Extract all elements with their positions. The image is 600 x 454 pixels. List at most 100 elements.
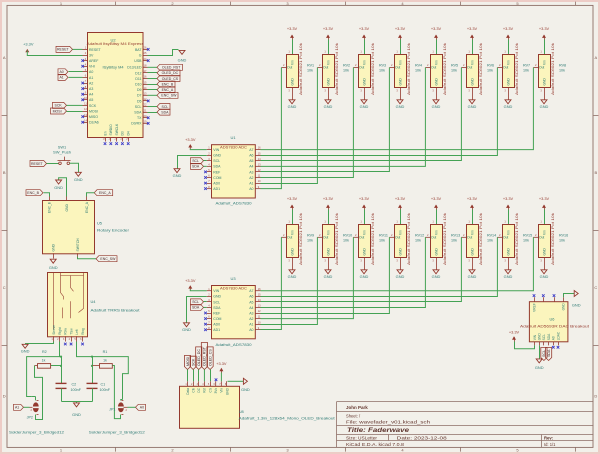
svg-text:SCL: SCL bbox=[192, 300, 199, 304]
svg-text:RSw: RSw bbox=[64, 327, 68, 334]
svg-text:Adafruit SC6021 Pot 10k: Adafruit SC6021 Pot 10k bbox=[407, 213, 411, 265]
svg-text:GND: GND bbox=[396, 104, 405, 109]
svg-text:U8: U8 bbox=[239, 409, 244, 414]
svg-text:+3.3V: +3.3V bbox=[185, 137, 196, 142]
svg-text:GND: GND bbox=[540, 274, 549, 279]
svg-text:A1: A1 bbox=[249, 181, 253, 185]
svg-text:GND: GND bbox=[432, 104, 441, 109]
svg-text:A2: A2 bbox=[249, 176, 253, 180]
svg-text:D0/RX: D0/RX bbox=[131, 122, 142, 126]
svg-text:GND: GND bbox=[542, 248, 546, 256]
svg-text:D4: D4 bbox=[127, 131, 131, 135]
svg-text:A1: A1 bbox=[15, 406, 19, 410]
svg-text:GND: GND bbox=[49, 265, 58, 270]
svg-text:GND: GND bbox=[434, 248, 438, 256]
svg-text:SCL: SCL bbox=[542, 334, 546, 340]
svg-text:Out: Out bbox=[287, 66, 292, 70]
svg-text:RV11: RV11 bbox=[379, 233, 388, 237]
svg-text:DC: DC bbox=[197, 387, 201, 392]
svg-text:10k: 10k bbox=[307, 69, 313, 73]
svg-text:GND: GND bbox=[52, 244, 56, 252]
svg-text:+3.3V: +3.3V bbox=[323, 196, 334, 201]
svg-text:+3.3V: +3.3V bbox=[359, 196, 370, 201]
svg-text:SDA: SDA bbox=[192, 306, 200, 310]
svg-text:10k: 10k bbox=[379, 239, 385, 243]
svg-text:GND: GND bbox=[324, 104, 333, 109]
svg-text:A1: A1 bbox=[249, 323, 253, 327]
svg-text:Adafruit SC6021 Pot 10k: Adafruit SC6021 Pot 10k bbox=[515, 213, 519, 265]
svg-text:+3.3V: +3.3V bbox=[431, 196, 442, 201]
svg-text:Out: Out bbox=[395, 236, 400, 240]
svg-text:10k: 10k bbox=[451, 239, 457, 243]
svg-text:SCK: SCK bbox=[54, 104, 62, 108]
svg-text:D3: D3 bbox=[121, 131, 125, 135]
svg-text:OLED_CS: OLED_CS bbox=[162, 77, 179, 81]
svg-text:Adafruit SC6021 Pot 10k: Adafruit SC6021 Pot 10k bbox=[299, 213, 303, 265]
svg-text:Vin: Vin bbox=[398, 230, 402, 235]
svg-text:+3.3V: +3.3V bbox=[216, 361, 227, 366]
svg-text:ADS7830 ADC: ADS7830 ADC bbox=[220, 145, 247, 149]
svg-text:GND: GND bbox=[432, 274, 441, 279]
svg-text:+3.3V: +3.3V bbox=[359, 26, 370, 31]
svg-text:A5: A5 bbox=[249, 159, 253, 163]
svg-text:COM: COM bbox=[213, 176, 221, 180]
svg-text:Adafruit SC6021 Pot 10k: Adafruit SC6021 Pot 10k bbox=[335, 43, 339, 95]
svg-text:10k: 10k bbox=[487, 69, 493, 73]
svg-text:GND: GND bbox=[434, 78, 438, 86]
svg-text:100nF: 100nF bbox=[71, 388, 82, 392]
svg-text:10k: 10k bbox=[523, 239, 529, 243]
svg-text:A: A bbox=[594, 55, 597, 60]
svg-text:USB: USB bbox=[134, 59, 142, 63]
svg-text:ENC_A: ENC_A bbox=[162, 88, 174, 92]
svg-text:Adafruit SC6021 Pot 10k: Adafruit SC6021 Pot 10k bbox=[407, 43, 411, 95]
svg-text:Out: Out bbox=[539, 66, 544, 70]
svg-text:Adafruit SC6021 Pot 10k: Adafruit SC6021 Pot 10k bbox=[479, 43, 483, 95]
svg-text:CS: CS bbox=[208, 388, 212, 392]
svg-text:GND: GND bbox=[360, 104, 369, 109]
svg-text:ENC_SW: ENC_SW bbox=[100, 257, 116, 261]
svg-text:Adafruit TRRS Breakout: Adafruit TRRS Breakout bbox=[91, 307, 141, 312]
svg-text:GND: GND bbox=[542, 78, 546, 86]
svg-text:RV7: RV7 bbox=[523, 63, 530, 67]
svg-text:VIN: VIN bbox=[213, 289, 219, 293]
svg-text:A: A bbox=[3, 55, 6, 60]
svg-text:GND: GND bbox=[290, 248, 294, 256]
svg-text:Vin: Vin bbox=[506, 230, 510, 235]
svg-text:A0: A0 bbox=[89, 70, 93, 74]
svg-text:REF: REF bbox=[213, 170, 220, 174]
svg-text:+3.3V: +3.3V bbox=[287, 26, 298, 31]
svg-text:Adafruit_ADS7830: Adafruit_ADS7830 bbox=[216, 343, 252, 347]
svg-text:GND: GND bbox=[213, 295, 221, 299]
svg-text:SolderJumper_3_Bridged12: SolderJumper_3_Bridged12 bbox=[89, 431, 145, 435]
svg-text:Adafruit SC6021 Pot 10k: Adafruit SC6021 Pot 10k bbox=[551, 43, 555, 95]
svg-text:Out: Out bbox=[323, 236, 328, 240]
svg-text:GND: GND bbox=[470, 248, 474, 256]
svg-text:ENC_B: ENC_B bbox=[48, 201, 52, 213]
svg-text:Data: Data bbox=[186, 388, 190, 395]
svg-text:RV14: RV14 bbox=[487, 233, 496, 237]
svg-text:JP1: JP1 bbox=[109, 408, 115, 412]
svg-text:RV6: RV6 bbox=[487, 63, 494, 67]
svg-text:Adafruit SC6021 Pot 10k: Adafruit SC6021 Pot 10k bbox=[443, 213, 447, 265]
svg-text:Ring: Ring bbox=[81, 328, 85, 335]
svg-text:TX: TX bbox=[137, 116, 142, 120]
svg-text:VHI: VHI bbox=[89, 65, 95, 69]
svg-text:A0: A0 bbox=[59, 70, 63, 74]
svg-text:SDA: SDA bbox=[161, 110, 169, 114]
svg-text:GND: GND bbox=[288, 274, 297, 279]
svg-text:10k: 10k bbox=[379, 69, 385, 73]
svg-text:Adafruit SC6021 Pot 10k: Adafruit SC6021 Pot 10k bbox=[335, 213, 339, 265]
svg-text:A1: A1 bbox=[89, 76, 93, 80]
svg-text:A3: A3 bbox=[249, 311, 253, 315]
svg-text:OLED_RST: OLED_RST bbox=[162, 66, 181, 70]
svg-text:Vin: Vin bbox=[326, 60, 330, 65]
svg-text:AD0: AD0 bbox=[213, 323, 220, 327]
svg-text:ADS7830 ADC: ADS7830 ADC bbox=[220, 286, 247, 290]
svg-text:Out: Out bbox=[359, 236, 364, 240]
svg-text:U4: U4 bbox=[91, 299, 97, 304]
svg-text:10k: 10k bbox=[559, 69, 565, 73]
svg-text:+3.3V: +3.3V bbox=[287, 196, 298, 201]
svg-text:Vin: Vin bbox=[506, 60, 510, 65]
svg-text:10k: 10k bbox=[415, 69, 421, 73]
svg-text:VIN: VIN bbox=[213, 148, 219, 152]
